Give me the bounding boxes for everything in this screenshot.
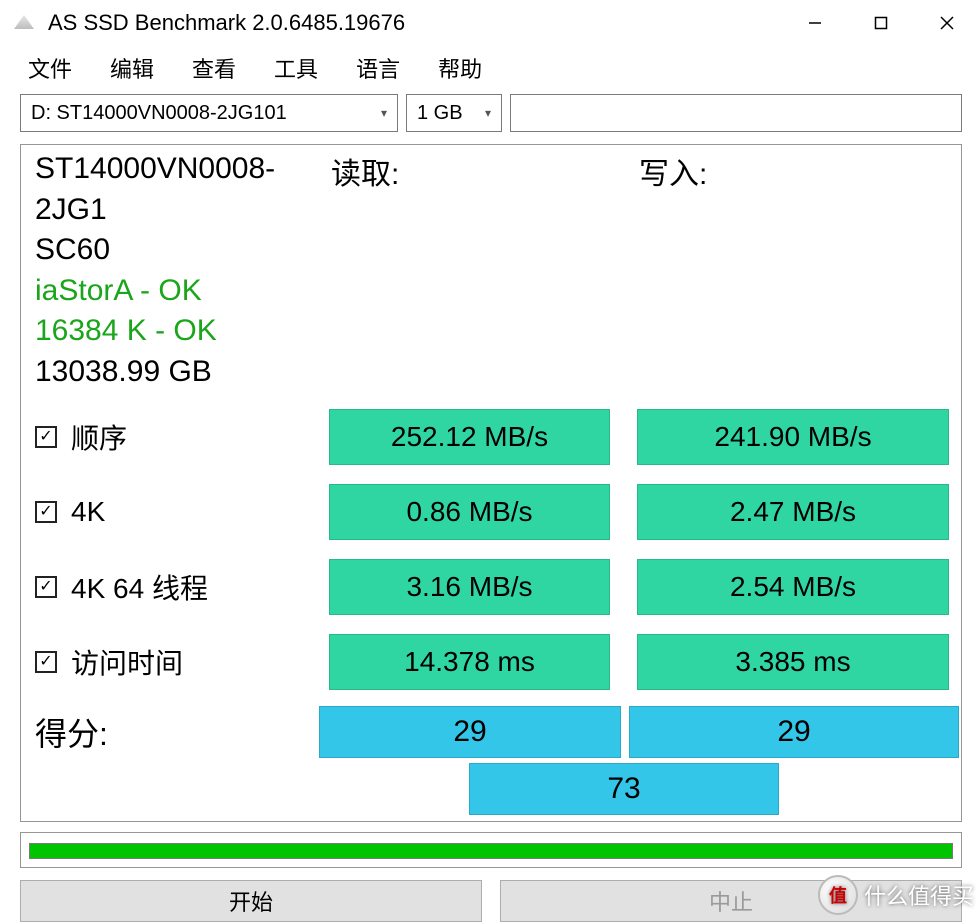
drive-select[interactable]: D: ST14000VN0008-2JG101 ▾: [20, 94, 398, 132]
drive-capacity: 13038.99 GB: [35, 352, 300, 393]
fourk-checkbox[interactable]: ✓: [35, 501, 57, 523]
menu-view[interactable]: 查看: [192, 52, 236, 84]
progress-bar: [29, 843, 953, 859]
alignment-status: 16384 K - OK: [35, 311, 300, 352]
close-button[interactable]: [914, 0, 980, 46]
write-header: 写入:: [625, 145, 961, 398]
chevron-down-icon: ▾: [381, 106, 387, 120]
close-icon: [939, 15, 955, 31]
menubar: 文件 编辑 查看 工具 语言 帮助: [0, 46, 980, 94]
row-total: 73: [21, 763, 961, 821]
driver-status: iaStorA - OK: [35, 271, 300, 312]
seq-checkbox[interactable]: ✓: [35, 426, 57, 448]
menu-edit[interactable]: 编辑: [110, 52, 154, 84]
row-seq: ✓ 顺序 252.12 MB/s 241.90 MB/s: [21, 401, 961, 476]
fourk64-checkbox[interactable]: ✓: [35, 576, 57, 598]
fourk64-read: 3.16 MB/s: [329, 559, 610, 615]
results-panel: ST14000VN0008-2JG1 SC60 iaStorA - OK 163…: [20, 144, 962, 822]
drive-firmware: SC60: [35, 230, 300, 271]
toolbar: D: ST14000VN0008-2JG101 ▾ 1 GB ▾: [0, 94, 980, 138]
row-4k: ✓ 4K 0.86 MB/s 2.47 MB/s: [21, 476, 961, 551]
seq-label: 顺序: [71, 417, 127, 457]
size-select-value: 1 GB: [417, 102, 463, 125]
access-write: 3.385 ms: [637, 634, 949, 690]
access-checkbox[interactable]: ✓: [35, 651, 57, 673]
description-input[interactable]: [510, 94, 962, 132]
titlebar[interactable]: AS SSD Benchmark 2.0.6485.19676: [0, 0, 980, 46]
maximize-icon: [874, 16, 888, 30]
score-total: 73: [469, 763, 779, 815]
app-window: AS SSD Benchmark 2.0.6485.19676 文件 编辑 查看…: [0, 0, 980, 919]
minimize-button[interactable]: [782, 0, 848, 46]
seq-read: 252.12 MB/s: [329, 409, 610, 465]
seq-label-cell: ✓ 顺序: [21, 401, 317, 473]
size-select[interactable]: 1 GB ▾: [406, 94, 502, 132]
watermark: 值 什么值得买: [818, 875, 974, 915]
fourk64-label: 4K 64 线程: [71, 567, 208, 607]
menu-file[interactable]: 文件: [28, 52, 72, 84]
score-write: 29: [629, 706, 959, 758]
drive-info: ST14000VN0008-2JG1 SC60 iaStorA - OK 163…: [21, 145, 317, 398]
menu-tools[interactable]: 工具: [274, 52, 318, 84]
score-read: 29: [319, 706, 621, 758]
start-button[interactable]: 开始: [20, 880, 482, 922]
access-label-cell: ✓ 访问时间: [21, 626, 317, 698]
row-score: 得分: 29 29: [21, 701, 961, 763]
fourk-write: 2.47 MB/s: [637, 484, 949, 540]
fourk-label-cell: ✓ 4K: [21, 476, 317, 548]
watermark-text: 什么值得买: [864, 879, 974, 911]
header-row: ST14000VN0008-2JG1 SC60 iaStorA - OK 163…: [21, 145, 961, 401]
read-header: 读取:: [317, 145, 625, 398]
maximize-button[interactable]: [848, 0, 914, 46]
window-title: AS SSD Benchmark 2.0.6485.19676: [48, 10, 405, 36]
fourk64-write: 2.54 MB/s: [637, 559, 949, 615]
row-4k64: ✓ 4K 64 线程 3.16 MB/s 2.54 MB/s: [21, 551, 961, 626]
access-label: 访问时间: [71, 642, 183, 682]
minimize-icon: [808, 16, 822, 30]
fourk-label: 4K: [71, 496, 105, 528]
window-controls: [782, 0, 980, 46]
score-label: 得分:: [21, 703, 317, 761]
fourk-read: 0.86 MB/s: [329, 484, 610, 540]
chevron-down-icon: ▾: [485, 106, 491, 120]
fourk64-label-cell: ✓ 4K 64 线程: [21, 551, 317, 623]
menu-help[interactable]: 帮助: [438, 52, 482, 84]
app-icon: [10, 13, 38, 33]
row-access: ✓ 访问时间 14.378 ms 3.385 ms: [21, 626, 961, 701]
access-read: 14.378 ms: [329, 634, 610, 690]
seq-write: 241.90 MB/s: [637, 409, 949, 465]
drive-model: ST14000VN0008-2JG1: [35, 149, 300, 230]
menu-language[interactable]: 语言: [356, 52, 400, 84]
watermark-logo-icon: 值: [818, 875, 858, 915]
drive-select-value: D: ST14000VN0008-2JG101: [31, 102, 287, 125]
progress-area: [20, 832, 962, 868]
